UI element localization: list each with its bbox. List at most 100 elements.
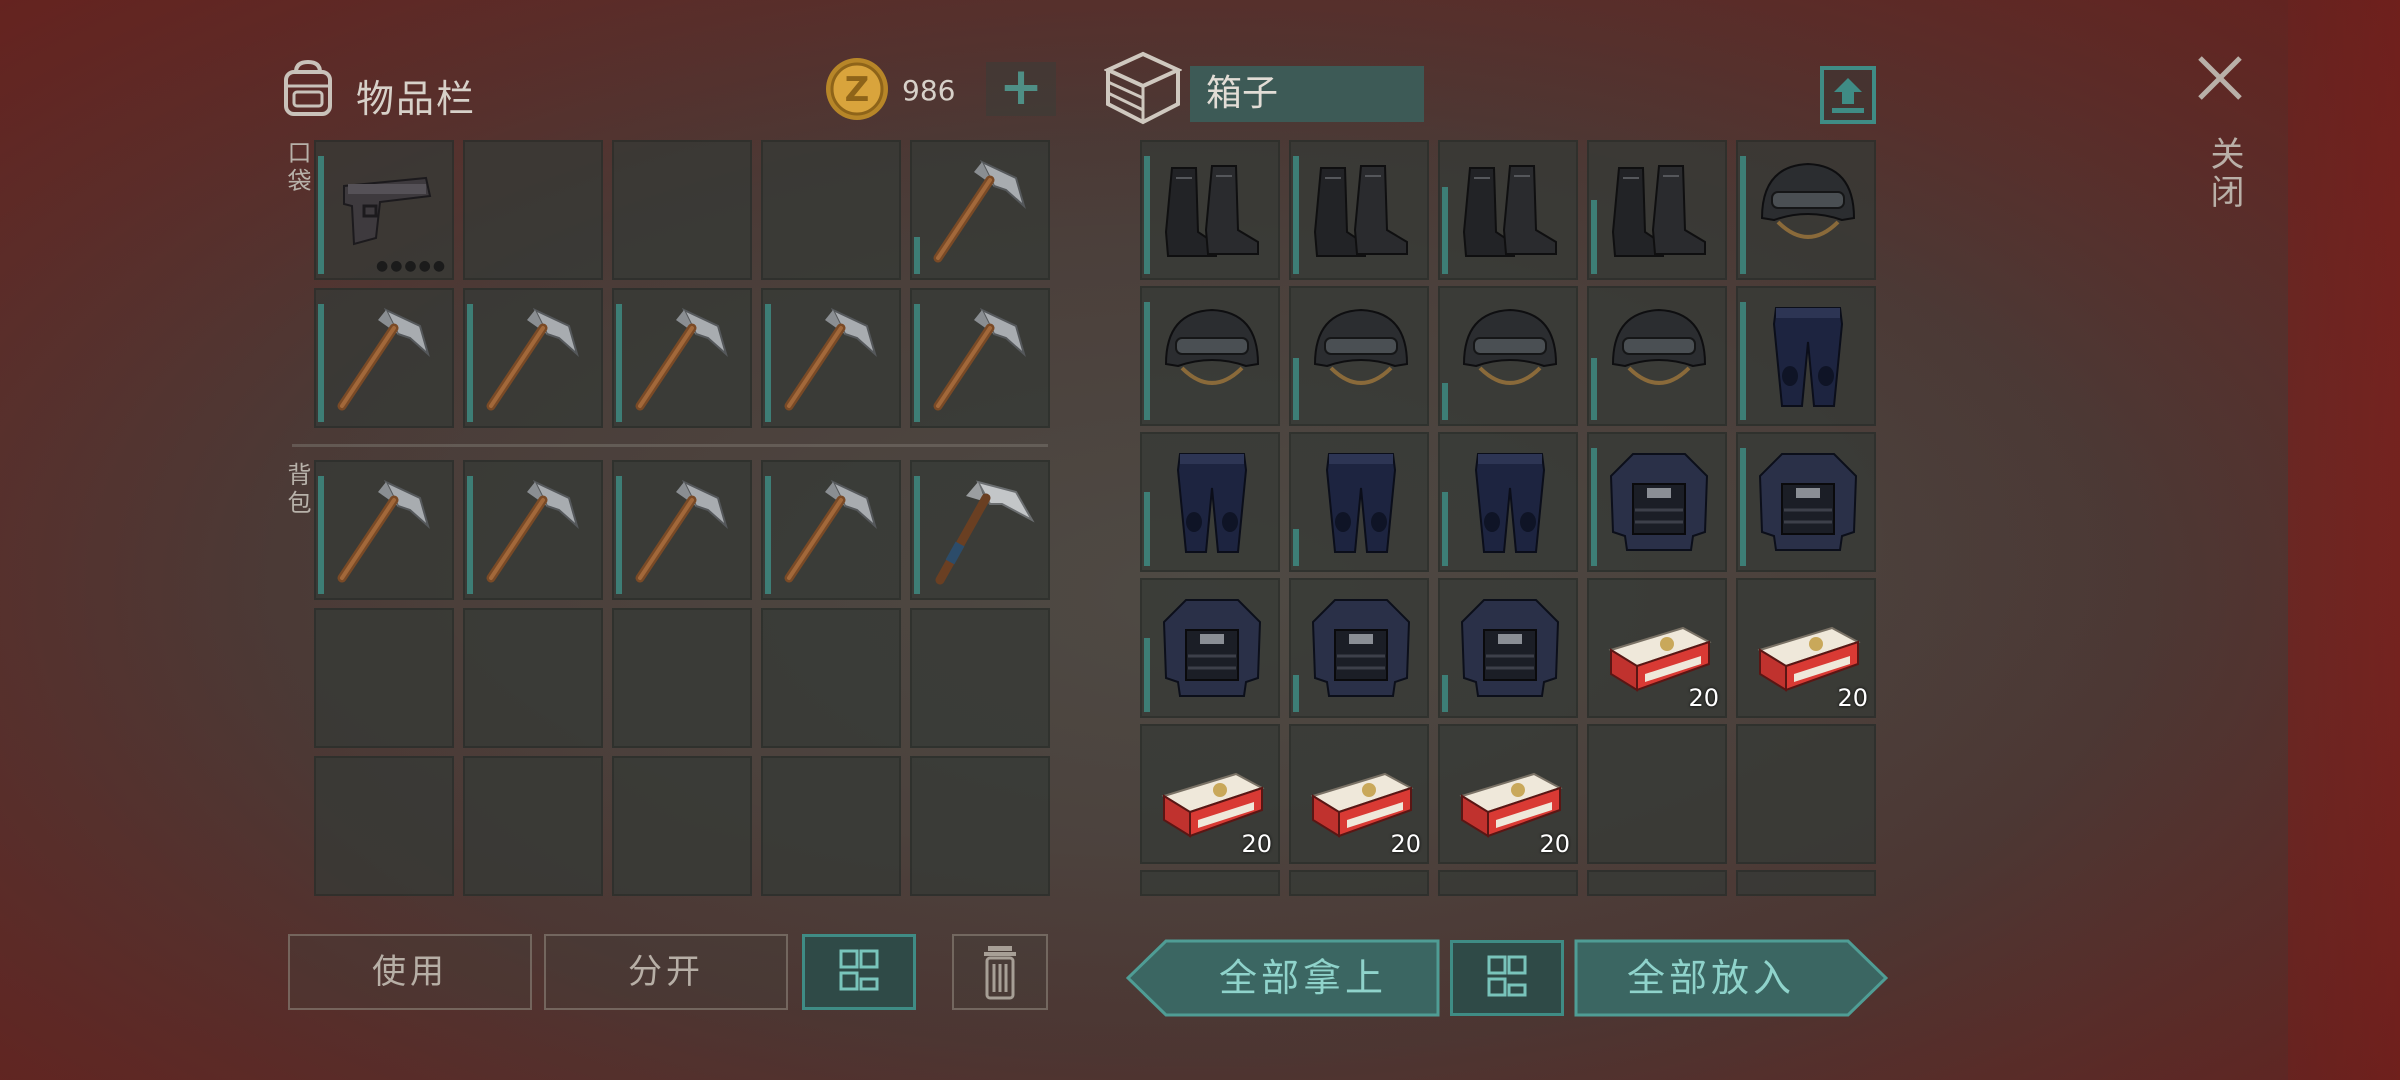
pants-icon: [1772, 307, 1844, 407]
empty-slot[interactable]: [314, 756, 454, 896]
item-slot[interactable]: 20: [1587, 578, 1727, 718]
split-button[interactable]: 分开: [544, 934, 788, 1010]
helmet-icon: [1164, 308, 1260, 385]
item-quantity: 20: [1837, 684, 1868, 712]
item-slot[interactable]: [1587, 140, 1727, 280]
empty-slot[interactable]: [1587, 870, 1727, 896]
item-slot[interactable]: [612, 460, 752, 600]
item-slot[interactable]: [1289, 578, 1429, 718]
vest-icon: [1311, 599, 1411, 697]
item-slot[interactable]: ●●●●●: [314, 140, 454, 280]
empty-slot[interactable]: [1587, 724, 1727, 864]
close-label[interactable]: 关闭: [2200, 136, 2249, 212]
item-quantity: 20: [1688, 684, 1719, 712]
empty-slot[interactable]: [463, 756, 603, 896]
item-slot[interactable]: [612, 288, 752, 428]
use-button[interactable]: 使用: [288, 934, 532, 1010]
item-slot[interactable]: [1140, 286, 1280, 426]
empty-slot[interactable]: [761, 608, 901, 748]
empty-slot[interactable]: [612, 140, 752, 280]
vest-icon: [1460, 599, 1560, 697]
put-all-label: 全部放入: [1626, 956, 1795, 1000]
right-edge-panel: [2288, 0, 2400, 1080]
item-quantity: 20: [1539, 830, 1570, 858]
empty-slot[interactable]: [761, 140, 901, 280]
boots-icon: [1313, 165, 1408, 257]
grid-icon: [1487, 955, 1527, 997]
empty-slot[interactable]: [612, 608, 752, 748]
vest-icon: [1609, 453, 1709, 551]
pocket-label: 口袋: [283, 140, 311, 196]
section-divider: [292, 444, 1048, 447]
item-slot[interactable]: 20: [1140, 724, 1280, 864]
trash-icon: [984, 946, 1016, 1000]
item-slot[interactable]: [1140, 578, 1280, 718]
sort-inventory-button[interactable]: [802, 934, 916, 1010]
pants-icon: [1474, 453, 1546, 553]
container-name-field[interactable]: 箱子: [1190, 66, 1424, 122]
item-slot[interactable]: [463, 288, 603, 428]
helmet-icon: [1611, 308, 1707, 385]
empty-slot[interactable]: [1289, 870, 1429, 896]
item-slot[interactable]: [1289, 140, 1429, 280]
item-slot[interactable]: [1736, 140, 1876, 280]
pickaxe-icon: [486, 479, 579, 583]
pistol-icon: [343, 176, 432, 246]
close-icon[interactable]: [2192, 50, 2248, 106]
svg-text:Z: Z: [845, 70, 870, 110]
item-slot[interactable]: [1140, 140, 1280, 280]
item-slot[interactable]: [1438, 140, 1578, 280]
item-slot[interactable]: [314, 460, 454, 600]
empty-slot[interactable]: [463, 140, 603, 280]
item-slot[interactable]: [1438, 578, 1578, 718]
item-slot[interactable]: [463, 460, 603, 600]
grid-icon: [839, 949, 879, 991]
delete-button[interactable]: [952, 934, 1048, 1010]
item-slot[interactable]: [1587, 432, 1727, 572]
add-coins-button[interactable]: +: [986, 61, 1056, 116]
empty-slot[interactable]: [1736, 724, 1876, 864]
coin-icon: Z: [826, 58, 888, 120]
item-slot[interactable]: [910, 460, 1050, 600]
empty-slot[interactable]: [910, 608, 1050, 748]
item-slot[interactable]: [1736, 286, 1876, 426]
empty-slot[interactable]: [612, 756, 752, 896]
vest-icon: [1758, 453, 1858, 551]
empty-slot[interactable]: [761, 756, 901, 896]
boots-icon: [1611, 165, 1706, 257]
vest-icon: [1162, 599, 1262, 697]
pickaxe-icon: [635, 307, 728, 411]
item-slot[interactable]: [1140, 432, 1280, 572]
coin-count: 986: [902, 74, 956, 107]
item-slot[interactable]: [1736, 432, 1876, 572]
empty-slot[interactable]: [314, 608, 454, 748]
empty-slot[interactable]: [1438, 870, 1578, 896]
item-slot[interactable]: [1587, 286, 1727, 426]
item-slot[interactable]: 20: [1289, 724, 1429, 864]
sort-container-button[interactable]: [1450, 940, 1564, 1016]
inventory-header: 物品栏 Z 986 +: [276, 56, 1056, 136]
item-slot[interactable]: [1438, 286, 1578, 426]
item-slot[interactable]: [1289, 432, 1429, 572]
pickaxe-icon: [635, 479, 728, 583]
item-slot[interactable]: 20: [1736, 578, 1876, 718]
item-slot[interactable]: [1289, 286, 1429, 426]
item-slot[interactable]: [314, 288, 454, 428]
boots-icon: [1164, 165, 1259, 257]
empty-slot[interactable]: [910, 756, 1050, 896]
item-slot[interactable]: [1438, 432, 1578, 572]
item-slot[interactable]: 20: [1438, 724, 1578, 864]
empty-slot[interactable]: [1736, 870, 1876, 896]
item-quantity: 20: [1390, 830, 1421, 858]
item-slot[interactable]: [910, 140, 1050, 280]
helmet-icon: [1313, 308, 1409, 385]
take-all-label: 全部拿上: [1218, 956, 1387, 1000]
item-slot[interactable]: [910, 288, 1050, 428]
container-box-icon: [1104, 51, 1182, 125]
empty-slot[interactable]: [1140, 870, 1280, 896]
transfer-up-button[interactable]: [1820, 66, 1876, 124]
empty-slot[interactable]: [463, 608, 603, 748]
item-slot[interactable]: [761, 460, 901, 600]
inventory-title: 物品栏: [356, 77, 477, 121]
item-slot[interactable]: [761, 288, 901, 428]
